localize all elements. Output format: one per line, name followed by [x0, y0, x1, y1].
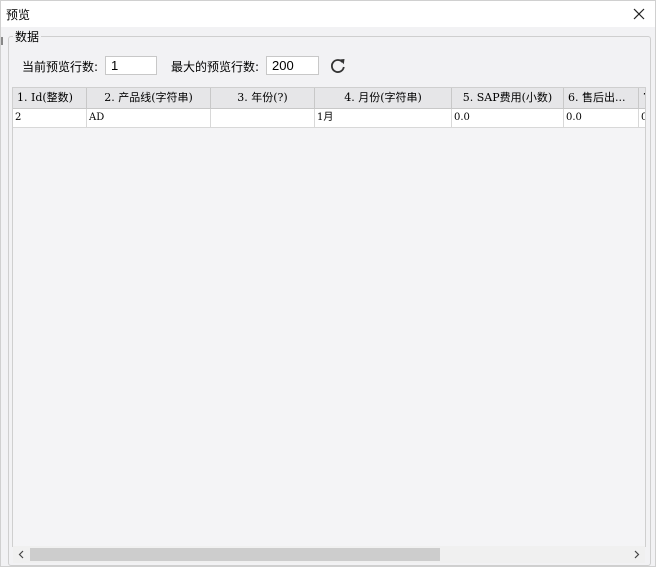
window-title: 预览: [6, 8, 31, 22]
max-rows-label: 最大的预览行数:: [171, 60, 260, 74]
current-rows-label: 当前预览行数:: [22, 60, 99, 74]
cell-after-sales[interactable]: 0.0: [564, 109, 639, 127]
preview-dialog: 预览 数据 当前预览行数: 最大的预览行数: 1. Id(整数) 2. 产品线(…: [0, 0, 656, 567]
current-rows-input[interactable]: [105, 56, 157, 75]
cell-sap-cost[interactable]: 0.0: [452, 109, 564, 127]
cell-year[interactable]: [211, 109, 315, 127]
column-header-after-sales[interactable]: 6. 售后出...: [564, 88, 639, 108]
column-header-year[interactable]: 3. 年份(?): [211, 88, 315, 108]
column-header-sap-cost[interactable]: 5. SAP费用(小数): [452, 88, 564, 108]
refresh-button[interactable]: [328, 56, 348, 76]
cell-id[interactable]: 2: [13, 109, 87, 127]
window-edge-marker: [1, 37, 3, 45]
close-button[interactable]: [629, 4, 649, 24]
chevron-left-icon: [18, 550, 24, 559]
max-rows-input[interactable]: [266, 56, 319, 75]
horizontal-scrollbar[interactable]: [13, 546, 645, 563]
column-header-month[interactable]: 4. 月份(字符串): [315, 88, 452, 108]
scroll-left-button[interactable]: [13, 546, 30, 563]
table-header: 1. Id(整数) 2. 产品线(字符串) 3. 年份(?) 4. 月份(字符串…: [13, 88, 645, 109]
cell-month[interactable]: 1月: [315, 109, 452, 127]
column-header-7[interactable]: 7.: [639, 88, 645, 108]
title-bar: 预览: [1, 1, 655, 27]
scroll-thumb[interactable]: [30, 548, 440, 561]
cell-7[interactable]: 0.: [639, 109, 645, 127]
column-header-product-line[interactable]: 2. 产品线(字符串): [87, 88, 211, 108]
table-row[interactable]: 2 AD 1月 0.0 0.0 0.: [13, 109, 645, 128]
refresh-icon: [331, 59, 345, 73]
close-icon: [633, 8, 645, 20]
column-header-id[interactable]: 1. Id(整数): [13, 88, 87, 108]
scroll-right-button[interactable]: [628, 546, 645, 563]
cell-product-line[interactable]: AD: [87, 109, 211, 127]
chevron-right-icon: [634, 550, 640, 559]
group-legend: 数据: [13, 28, 42, 45]
preview-table: 1. Id(整数) 2. 产品线(字符串) 3. 年份(?) 4. 月份(字符串…: [12, 87, 646, 547]
